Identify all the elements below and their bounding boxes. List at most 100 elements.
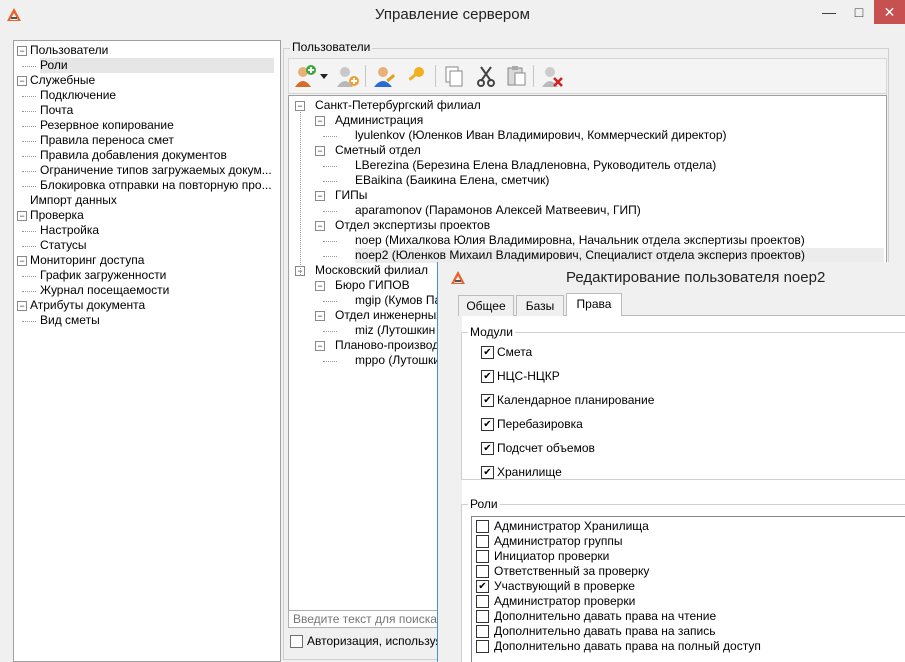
tree-connector	[323, 211, 337, 212]
role-label: Администратор Хранилища	[494, 519, 649, 533]
role-checkbox[interactable]	[476, 595, 489, 608]
maximize-button[interactable]: □	[844, 0, 874, 24]
tree-connector	[323, 166, 337, 167]
role-checkbox[interactable]	[476, 610, 489, 623]
search-input[interactable]	[288, 610, 448, 628]
expander-icon[interactable]: −	[17, 76, 27, 86]
role-checkbox[interactable]	[476, 640, 489, 653]
expander-icon[interactable]: −	[315, 221, 325, 231]
module-checkbox[interactable]: ✔	[481, 370, 494, 383]
module-checkbox[interactable]: ✔	[481, 442, 494, 455]
dialog-body: Модули Роли Администратор Хранилища Админ…	[446, 293, 905, 662]
nav-item[interactable]: Почта	[40, 103, 274, 118]
role-checkbox[interactable]	[476, 535, 489, 548]
expander-icon[interactable]: −	[17, 301, 27, 311]
tree-connector	[22, 156, 36, 157]
nav-item[interactable]: Ограничение типов загружаемых докум...	[40, 163, 274, 178]
nav-item[interactable]: Пользователи	[30, 43, 274, 58]
tree-item[interactable]: Отдел инженерных	[335, 308, 442, 323]
nav-item[interactable]: Служебные	[30, 73, 274, 88]
modules-legend: Модули	[468, 325, 515, 339]
module-checkbox[interactable]: ✔	[481, 346, 494, 359]
tree-item[interactable]: EBaikina (Баикина Елена, сметчик)	[355, 173, 549, 188]
tab-1[interactable]: Базы	[516, 295, 564, 316]
nav-item[interactable]: Вид сметы	[40, 313, 274, 328]
tree-item[interactable]: mgip (Кумов Па	[355, 293, 441, 308]
nav-item[interactable]: Резервное копирование	[40, 118, 274, 133]
roles-list[interactable]: Администратор Хранилища Администратор гру…	[471, 516, 905, 662]
edit-user-icon[interactable]	[371, 63, 397, 89]
tree-connector	[22, 141, 36, 142]
role-checkbox[interactable]	[476, 520, 489, 533]
tree-item[interactable]: Администрация	[335, 113, 423, 128]
navigation-tree[interactable]: − Пользователи Роли − Служебные Подключение По…	[13, 40, 281, 662]
tree-item[interactable]: noep2 (Юленков Михаил Владимирович, Спец…	[355, 248, 884, 263]
auth-checkbox[interactable]	[290, 635, 303, 648]
module-checkbox[interactable]: ✔	[481, 418, 494, 431]
module-checkbox[interactable]: ✔	[481, 466, 494, 479]
nav-item[interactable]: Проверка	[30, 208, 274, 223]
nav-item[interactable]: Настройка	[40, 223, 274, 238]
cut-icon[interactable]	[473, 63, 499, 89]
tab-0[interactable]: Общее	[458, 295, 514, 316]
role-checkbox[interactable]	[476, 565, 489, 578]
role-checkbox[interactable]	[476, 625, 489, 638]
expander-icon[interactable]: −	[17, 256, 27, 266]
tree-item[interactable]: aparamonov (Парамонов Алексей Матвеевич,…	[355, 203, 641, 218]
tree-item[interactable]: mppo (Лутошки	[355, 353, 440, 368]
expander-icon[interactable]: −	[17, 211, 27, 221]
nav-item[interactable]: Роли	[40, 58, 274, 73]
expander-icon[interactable]: −	[315, 281, 325, 291]
nav-item[interactable]: Журнал посещаемости	[40, 283, 274, 298]
nav-item[interactable]: График загруженности	[40, 268, 274, 283]
paste-icon[interactable]	[503, 63, 529, 89]
tree-connector	[22, 171, 36, 172]
tree-connector	[22, 111, 36, 112]
tree-item[interactable]: Отдел экспертизы проектов	[335, 218, 490, 233]
tree-connector	[22, 186, 36, 187]
role-checkbox[interactable]	[476, 550, 489, 563]
add-group-icon[interactable]	[335, 63, 361, 89]
expander-icon[interactable]: −	[315, 146, 325, 156]
tree-item[interactable]: Московский филиал	[315, 263, 428, 278]
tab-2[interactable]: Права	[566, 293, 622, 316]
expander-icon[interactable]: −	[315, 191, 325, 201]
expander-icon[interactable]: −	[315, 341, 325, 351]
tree-connector	[323, 301, 337, 302]
expander-icon[interactable]: −	[315, 311, 325, 321]
role-checkbox[interactable]: ✔	[476, 580, 489, 593]
tree-item[interactable]: Планово-производ	[335, 338, 439, 353]
close-button[interactable]: ✕	[874, 0, 905, 24]
tree-item[interactable]: Сметный отдел	[335, 143, 421, 158]
nav-item[interactable]: Блокировка отправки на повторную про...	[40, 178, 274, 193]
roles-legend: Роли	[468, 497, 500, 511]
tree-item[interactable]: LBerezina (Березина Елена Владленовна, Р…	[355, 158, 716, 173]
nav-item[interactable]: Статусы	[40, 238, 274, 253]
tree-item[interactable]: lyulenkov (Юленков Иван Владимирович, Ко…	[355, 128, 727, 143]
module-checkbox[interactable]: ✔	[481, 394, 494, 407]
tree-item[interactable]: Бюро ГИПОВ	[335, 278, 410, 293]
role-label: Инициатор проверки	[494, 549, 610, 563]
tree-item[interactable]: miz (Лутошкин	[355, 323, 435, 338]
dialog-title: Редактирование пользователя noep2	[566, 269, 826, 286]
role-label: Администратор проверки	[494, 594, 636, 608]
tree-item[interactable]: ГИПы	[335, 188, 367, 203]
dropdown-arrow-icon[interactable]	[318, 63, 330, 89]
tree-item[interactable]: Санкт-Петербургский филиал	[315, 98, 481, 113]
minimize-button[interactable]: —	[814, 0, 844, 24]
key-icon[interactable]	[403, 63, 429, 89]
auth-label: Авторизация, используя у	[307, 634, 452, 648]
nav-item[interactable]: Правила переноса смет	[40, 133, 274, 148]
expander-icon[interactable]: −	[17, 46, 27, 56]
add-user-icon[interactable]	[292, 63, 318, 89]
tree-item[interactable]: noep (Михалкова Юлия Владимировна, Начал…	[355, 233, 805, 248]
nav-item[interactable]: Подключение	[40, 88, 274, 103]
expander-icon[interactable]: −	[315, 116, 325, 126]
copy-icon[interactable]	[441, 63, 467, 89]
nav-item[interactable]: Атрибуты документа	[30, 298, 274, 313]
nav-item[interactable]: Правила добавления документов	[40, 148, 274, 163]
nav-item[interactable]: Импорт данных	[30, 193, 274, 208]
dialog-logo-icon	[451, 271, 465, 284]
delete-user-icon[interactable]	[539, 63, 565, 89]
nav-item[interactable]: Мониторинг доступа	[30, 253, 274, 268]
